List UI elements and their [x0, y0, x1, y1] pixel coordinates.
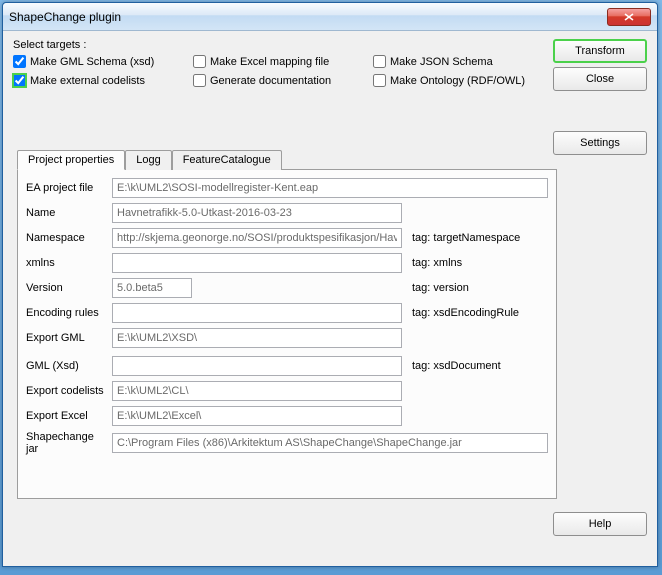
chk-gml-schema-box[interactable]	[13, 55, 26, 68]
chk-external-codelists[interactable]: Make external codelists	[13, 74, 193, 87]
encoding-rules-input[interactable]	[112, 303, 402, 323]
version-label: Version	[26, 282, 108, 294]
chk-external-codelists-box[interactable]	[13, 74, 26, 87]
gml-xsd-input[interactable]	[112, 356, 402, 376]
titlebar[interactable]: ShapeChange plugin	[3, 3, 657, 31]
tab-panel-project: EA project file Name Namespace tag: targ…	[17, 169, 557, 499]
chk-gml-schema-label: Make GML Schema (xsd)	[30, 56, 154, 68]
chk-make-ontology-label: Make Ontology (RDF/OWL)	[390, 75, 525, 87]
namespace-input[interactable]	[112, 228, 402, 248]
chk-json-schema-label: Make JSON Schema	[390, 56, 493, 68]
chk-generate-documentation[interactable]: Generate documentation	[193, 74, 373, 87]
gml-xsd-tag: tag: xsdDocument	[412, 360, 501, 372]
close-button[interactable]: Close	[553, 67, 647, 91]
settings-button[interactable]: Settings	[553, 131, 647, 155]
shapechange-jar-label: Shapechange jar	[26, 431, 108, 455]
chk-make-ontology[interactable]: Make Ontology (RDF/OWL)	[373, 74, 553, 87]
export-codelists-input[interactable]	[112, 381, 402, 401]
shapechange-jar-input[interactable]	[112, 433, 548, 453]
ea-project-file-input[interactable]	[112, 178, 548, 198]
encoding-rules-label: Encoding rules	[26, 307, 108, 319]
xmlns-input[interactable]	[112, 253, 402, 273]
window-close-button[interactable]	[607, 8, 651, 26]
chk-make-ontology-box[interactable]	[373, 74, 386, 87]
export-excel-input[interactable]	[112, 406, 402, 426]
ea-project-file-label: EA project file	[26, 182, 108, 194]
select-targets-label: Select targets :	[13, 39, 553, 51]
name-input[interactable]	[112, 203, 402, 223]
export-gml-label: Export GML	[26, 332, 108, 344]
chk-gml-schema[interactable]: Make GML Schema (xsd)	[13, 55, 193, 68]
dialog-window: ShapeChange plugin Select targets : Make…	[2, 2, 658, 567]
export-codelists-label: Export codelists	[26, 385, 108, 397]
gml-xsd-label: GML (Xsd)	[26, 360, 108, 372]
chk-excel-mapping[interactable]: Make Excel mapping file	[193, 55, 373, 68]
tab-logg[interactable]: Logg	[125, 150, 171, 170]
chk-excel-mapping-box[interactable]	[193, 55, 206, 68]
xmlns-tag: tag: xmlns	[412, 257, 462, 269]
export-gml-input[interactable]	[112, 328, 402, 348]
chk-generate-documentation-box[interactable]	[193, 74, 206, 87]
version-tag: tag: version	[412, 282, 469, 294]
export-excel-label: Export Excel	[26, 410, 108, 422]
chk-external-codelists-label: Make external codelists	[30, 75, 145, 87]
chk-json-schema[interactable]: Make JSON Schema	[373, 55, 553, 68]
xmlns-label: xmlns	[26, 257, 108, 269]
encoding-rules-tag: tag: xsdEncodingRule	[412, 307, 519, 319]
help-button[interactable]: Help	[553, 512, 647, 536]
chk-generate-documentation-label: Generate documentation	[210, 75, 331, 87]
chk-excel-mapping-label: Make Excel mapping file	[210, 56, 329, 68]
namespace-tag: tag: targetNamespace	[412, 232, 520, 244]
version-input[interactable]	[112, 278, 192, 298]
namespace-label: Namespace	[26, 232, 108, 244]
name-label: Name	[26, 207, 108, 219]
tab-feature-catalogue[interactable]: FeatureCatalogue	[172, 150, 282, 170]
close-icon	[624, 13, 634, 21]
client-area: Select targets : Make GML Schema (xsd) M…	[3, 31, 657, 566]
tabs-container: Project properties Logg FeatureCatalogue…	[17, 149, 557, 499]
tab-project-properties[interactable]: Project properties	[17, 150, 125, 170]
transform-button[interactable]: Transform	[553, 39, 647, 63]
window-title: ShapeChange plugin	[9, 10, 607, 24]
chk-json-schema-box[interactable]	[373, 55, 386, 68]
